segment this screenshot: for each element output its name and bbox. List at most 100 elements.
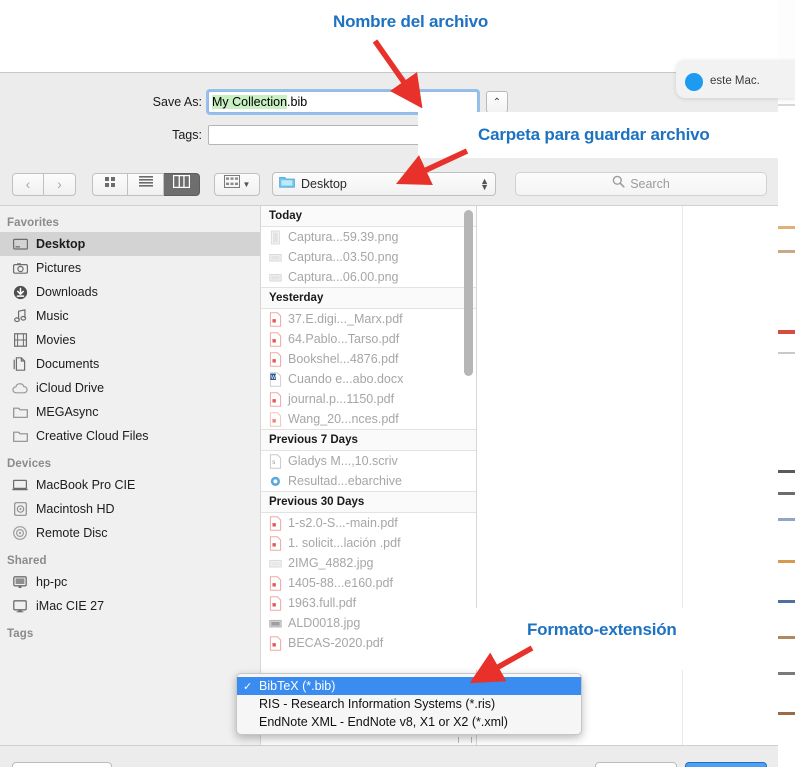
arrange-by-button[interactable]: ▼ [214,172,260,196]
pdf-icon: ■ [269,635,282,651]
sidebar-item-megasync[interactable]: MEGAsync [0,400,260,424]
file-row[interactable]: 2IMG_4882.jpg [261,553,476,573]
file-group-header: Previous 7 Days [261,429,476,451]
sidebar: Favorites Desktop Pictures Downloads Mus… [0,206,261,746]
sidebar-item-music[interactable]: Music [0,304,260,328]
forward-button[interactable]: › [44,172,76,196]
sidebar-item-pictures[interactable]: Pictures [0,256,260,280]
file-row[interactable]: s Gladys M...,10.scriv [261,451,476,471]
format-option-label: EndNote XML - EndNote v8, X1 or X2 (*.xm… [259,715,508,729]
folder-icon [279,175,295,193]
svg-text:■: ■ [272,602,276,609]
desktop-icon [12,236,28,252]
download-icon [12,284,28,300]
sidebar-item-desktop[interactable]: Desktop [0,232,260,256]
format-option-endnote-xml[interactable]: EndNote XML - EndNote v8, X1 or X2 (*.xm… [237,713,581,731]
file-row[interactable]: ■ Bookshel...4876.pdf [261,349,476,369]
file-name: ALD0018.jpg [288,616,361,630]
filename-extension-text: .bib [287,95,308,109]
sidebar-item-macintosh-hd[interactable]: Macintosh HD [0,497,260,521]
icon-view-button[interactable] [92,172,128,196]
file-row[interactable]: ■ 1. solicit...lación .pdf [261,533,476,553]
sidebar-item-downloads[interactable]: Downloads [0,280,260,304]
sidebar-item-label: hp-pc [36,575,68,589]
sidebar-item-icloud-drive[interactable]: iCloud Drive [0,376,260,400]
documents-icon [12,356,28,372]
sidebar-item-label: MEGAsync [36,405,99,419]
file-row[interactable]: ■ 1963.full.pdf [261,593,476,613]
file-row[interactable]: ■ Wang_20...nces.pdf [261,409,476,429]
file-group-header: Previous 30 Days [261,491,476,513]
sidebar-item-label: Documents [36,357,100,371]
location-popup-button[interactable]: Desktop ▲ ▼ [272,172,496,196]
file-group-header: Today [261,206,476,227]
nav-button-group: ‹ › [12,172,76,196]
file-list-column[interactable]: Today Captura...59.39.png Captura...03.5… [261,206,477,746]
png-thumb-icon [269,230,282,245]
pdf-icon: ■ [269,515,282,531]
sidebar-section-shared-title: Shared [7,555,47,567]
sidebar-item-label: MacBook Pro CIE [36,478,136,492]
search-field[interactable]: Search [515,172,767,196]
cancel-button[interactable]: Cancel [595,762,677,767]
back-button[interactable]: ‹ [12,172,44,196]
png-thumb-icon [269,270,282,285]
list-view-button[interactable] [128,172,164,196]
file-name: Resultad...ebarchive [288,474,402,488]
file-name: BECAS-2020.pdf [288,636,384,650]
file-row[interactable]: ALD0018.jpg [261,613,476,633]
file-row[interactable]: ■ 1405-88...e160.pdf [261,573,476,593]
new-folder-button[interactable]: New Folder [12,762,112,767]
cloud-icon [12,380,28,396]
sidebar-item-imac-cie-27[interactable]: iMac CIE 27 [0,594,260,618]
file-row[interactable]: ■ 37.E.digi..._Marx.pdf [261,309,476,329]
view-mode-group [92,172,200,196]
file-row[interactable]: Captura...06.00.png [261,267,476,287]
notification-app-icon [685,73,703,91]
file-row[interactable]: Resultad...ebarchive [261,471,476,491]
format-dropdown-menu[interactable]: ✓ BibTeX (*.bib) RIS - Research Informat… [236,673,582,735]
file-row[interactable]: Captura...03.50.png [261,247,476,267]
sidebar-item-macbook-pro-cie[interactable]: MacBook Pro CIE [0,473,260,497]
file-row[interactable]: ■ 64.Pablo...Tarso.pdf [261,329,476,349]
file-name: Gladys M...,10.scriv [288,454,398,468]
file-row[interactable]: ■ journal.p...1150.pdf [261,389,476,409]
annotation-format-label: Formato-extensión [527,620,677,639]
file-list-vertical-scrollbar[interactable] [464,210,473,376]
pdf-icon: ■ [269,535,282,551]
sidebar-item-hp-pc[interactable]: hp-pc [0,570,260,594]
expand-panel-button[interactable]: ⌃ [486,91,508,113]
annotation-filename-label: Nombre del archivo [333,12,489,31]
sidebar-item-remote-disc[interactable]: Remote Disc [0,521,260,545]
sidebar-item-movies[interactable]: Movies [0,328,260,352]
file-row[interactable]: ■ BECAS-2020.pdf [261,633,476,653]
music-note-icon [12,308,28,324]
arrange-grid-icon [223,175,240,193]
filename-input[interactable]: My Collection .bib [208,91,478,113]
scrollbar-thumb[interactable] [458,737,472,743]
file-row[interactable]: ■ 1-s2.0-S...-main.pdf [261,513,476,533]
file-name: Captura...03.50.png [288,250,399,264]
pdf-icon: ■ [269,575,282,591]
file-name: 1. solicit...lación .pdf [288,536,401,550]
pc-display-icon [12,574,28,590]
file-row[interactable]: W Cuando e...abo.docx [261,369,476,389]
sidebar-item-documents[interactable]: Documents [0,352,260,376]
sidebar-item-creative-cloud-files[interactable]: Creative Cloud Files [0,424,260,448]
sidebar-item-label: iCloud Drive [36,381,105,395]
sidebar-item-label: Music [36,309,69,323]
sidebar-item-label: Pictures [36,261,82,275]
svg-text:s: s [272,460,275,466]
tags-label: Tags: [172,128,202,142]
file-group-header: Yesterday [261,287,476,309]
format-option-bibtex[interactable]: ✓ BibTeX (*.bib) [237,677,581,695]
png-thumb-icon [269,250,282,265]
file-row[interactable]: Captura...59.39.png [261,227,476,247]
notification-banner[interactable]: este Mac. [676,60,795,98]
pdf-icon: ■ [269,411,282,427]
format-option-ris[interactable]: RIS - Research Information Systems (*.ri… [237,695,581,713]
column-view-button[interactable] [164,172,200,196]
browser-toolbar: ‹ › ▼ Desktop ▲ ▼ Search [0,163,778,205]
save-button[interactable]: Save [685,762,767,767]
background-window-strip [778,0,795,766]
